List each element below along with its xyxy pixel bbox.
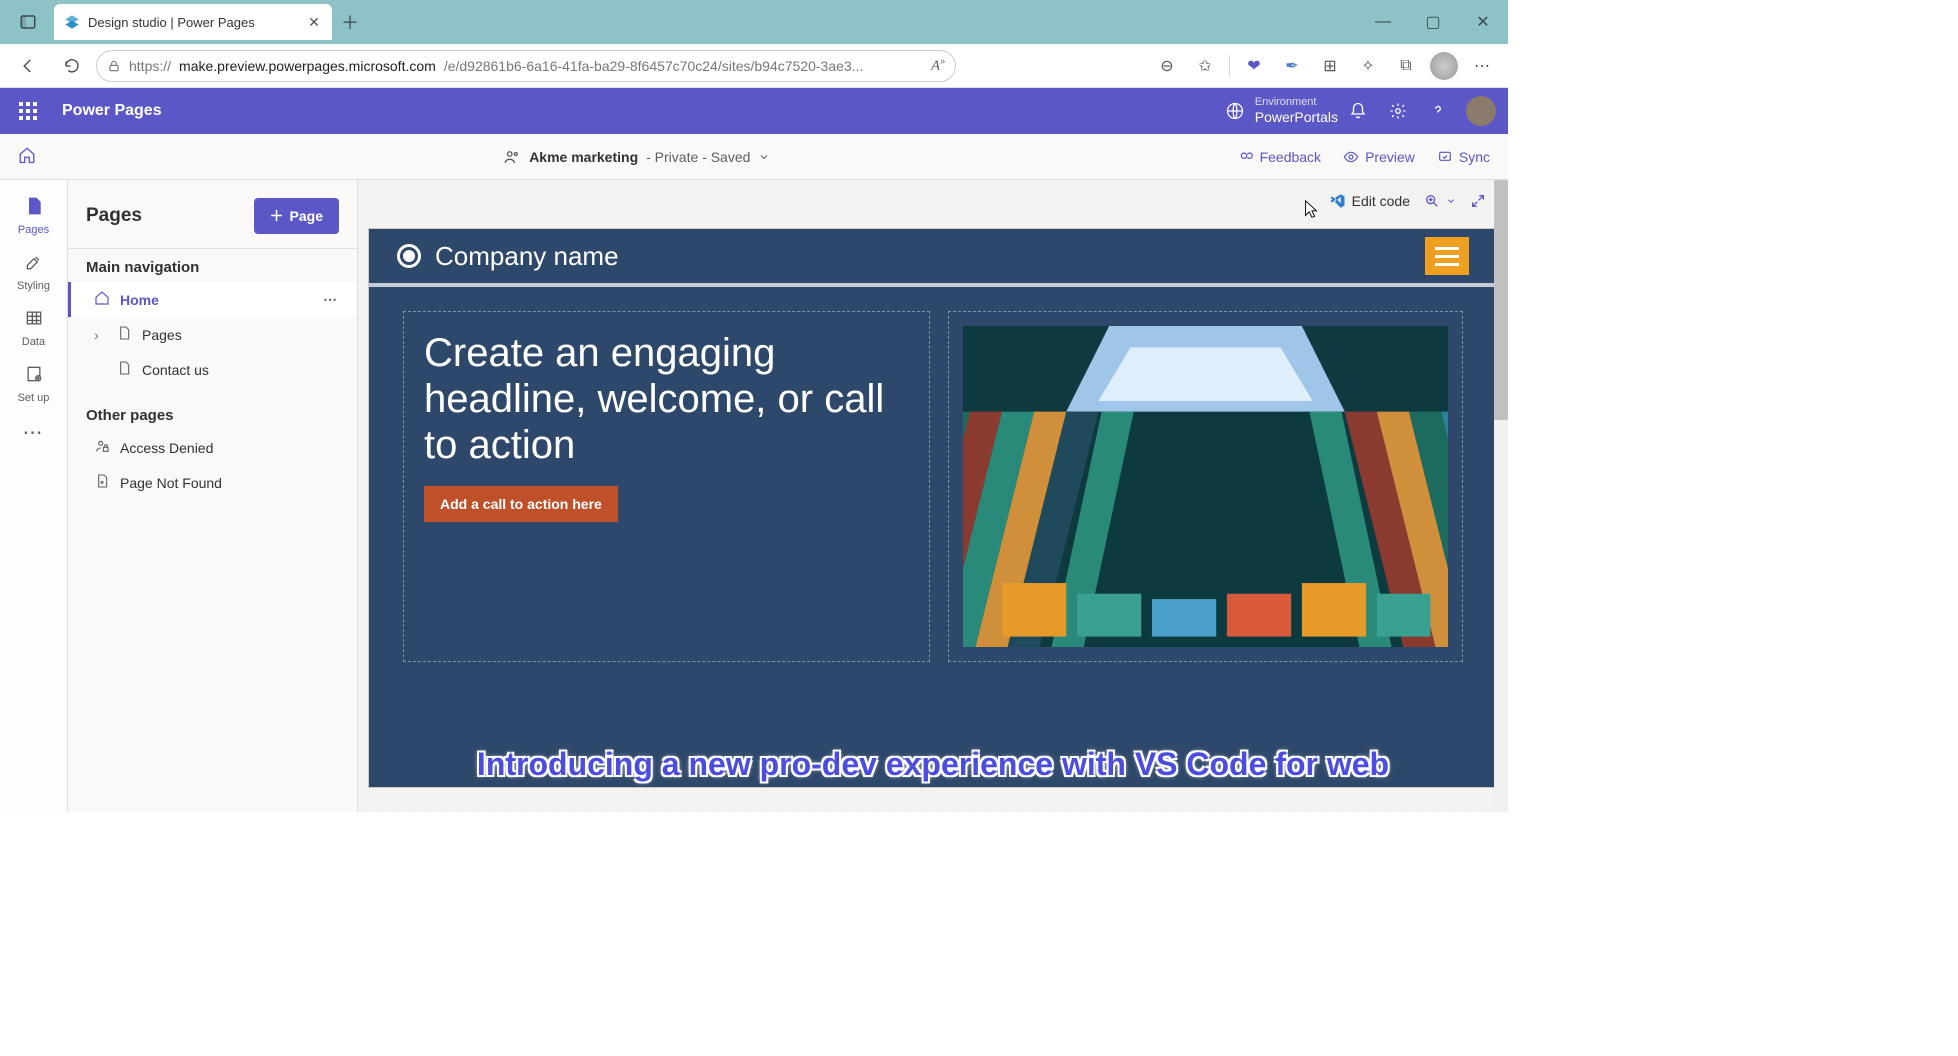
env-label: Environment xyxy=(1255,96,1338,109)
tab-actions-button[interactable] xyxy=(8,4,48,40)
globe-icon xyxy=(1225,101,1245,121)
page-icon xyxy=(116,325,132,344)
page-preview[interactable]: Company name Create an engaging headline… xyxy=(368,228,1498,788)
url-host: make.preview.powerpages.microsoft.com xyxy=(179,58,436,74)
canvas-scrollbar[interactable] xyxy=(1494,180,1508,812)
eye-icon xyxy=(1343,149,1359,165)
app-name: Power Pages xyxy=(62,102,162,120)
collections-icon[interactable]: ⧉ xyxy=(1388,50,1424,82)
overlay-banner: Introducing a new pro-dev experience wit… xyxy=(369,746,1497,783)
environment-picker[interactable]: Environment PowerPortals xyxy=(1255,96,1338,126)
feedback-icon xyxy=(1238,149,1254,165)
site-selector[interactable]: Akme marketing - Private - Saved xyxy=(503,148,770,166)
user-avatar[interactable] xyxy=(1466,96,1496,126)
fullscreen-button[interactable] xyxy=(1470,193,1486,209)
new-tab-button[interactable]: ＋ xyxy=(332,4,368,40)
favorites-hub-icon[interactable]: ✧ xyxy=(1350,50,1386,82)
app-launcher-button[interactable] xyxy=(12,95,44,127)
site-name: Akme marketing xyxy=(529,149,638,165)
edit-code-button[interactable]: Edit code xyxy=(1328,192,1410,210)
hamburger-menu[interactable] xyxy=(1425,237,1469,275)
expand-icon xyxy=(1470,193,1486,209)
chevron-right-icon[interactable]: › xyxy=(94,327,106,343)
rail-setup[interactable]: Set up xyxy=(6,358,62,410)
nav-item-contact[interactable]: Contact us xyxy=(68,352,357,387)
env-name: PowerPortals xyxy=(1255,109,1338,126)
maximize-button[interactable]: ▢ xyxy=(1408,4,1458,40)
rail-more[interactable]: ⋯ xyxy=(6,414,62,453)
refresh-button[interactable] xyxy=(52,48,92,84)
tab-title: Design studio | Power Pages xyxy=(88,15,298,30)
nav-item-access-denied[interactable]: Access Denied xyxy=(68,430,357,465)
chevron-down-icon xyxy=(758,151,770,163)
page-icon xyxy=(116,360,132,379)
back-button[interactable] xyxy=(8,48,48,84)
plus-icon: ＋ xyxy=(270,206,284,226)
scroll-thumb[interactable] xyxy=(1494,180,1508,420)
feather-icon[interactable]: ✒ xyxy=(1274,50,1310,82)
design-canvas-area: Edit code Company name Create an engagin… xyxy=(358,180,1508,812)
person-lock-icon xyxy=(94,438,110,457)
url-field[interactable]: https:// make.preview.powerpages.microsof… xyxy=(96,50,956,82)
hero-text-block[interactable]: Create an engaging headline, welcome, or… xyxy=(403,311,930,662)
sync-button[interactable]: Sync xyxy=(1437,149,1490,165)
cta-button[interactable]: Add a call to action here xyxy=(424,486,618,522)
more-button[interactable]: ⋯ xyxy=(1464,50,1500,82)
hero-image-block[interactable] xyxy=(948,311,1463,662)
lock-icon xyxy=(107,59,121,73)
magnify-plus-icon xyxy=(1424,193,1440,209)
extensions-icon[interactable]: ⊞ xyxy=(1312,50,1348,82)
section-main-navigation: Main navigation xyxy=(68,249,357,282)
nav-item-home[interactable]: Home ⋯ xyxy=(68,282,357,317)
divider xyxy=(1229,55,1230,77)
zoom-icon[interactable]: ⊖ xyxy=(1149,50,1185,82)
feedback-button[interactable]: Feedback xyxy=(1238,149,1321,165)
people-icon xyxy=(503,148,521,166)
home-icon xyxy=(94,290,110,309)
close-window-button[interactable]: ✕ xyxy=(1458,4,1508,40)
nav-item-not-found[interactable]: Page Not Found xyxy=(68,465,357,500)
hero-headline[interactable]: Create an engaging headline, welcome, or… xyxy=(424,330,909,468)
url-protocol: https:// xyxy=(129,58,171,74)
site-header: Company name xyxy=(369,229,1497,287)
minimize-button[interactable]: ― xyxy=(1358,4,1408,40)
app-header: Power Pages Environment PowerPortals xyxy=(0,88,1508,134)
settings-button[interactable] xyxy=(1378,91,1418,131)
rail-data[interactable]: Data xyxy=(6,302,62,354)
reader-icon[interactable]: A» xyxy=(931,56,945,75)
left-rail: Pages Styling Data Set up ⋯ xyxy=(0,180,68,812)
notifications-button[interactable] xyxy=(1338,91,1378,131)
subheader: Akme marketing - Private - Saved Feedbac… xyxy=(0,134,1508,180)
nav-item-pages[interactable]: › Pages xyxy=(68,317,357,352)
cursor-icon xyxy=(1300,198,1322,220)
url-path: /e/d92861b6-6a16-41fa-ba29-8f6457c70c24/… xyxy=(444,58,924,74)
shopping-icon[interactable]: ❤ xyxy=(1236,50,1272,82)
hero-image xyxy=(963,326,1448,647)
pages-panel-title: Pages xyxy=(86,205,142,227)
vscode-icon xyxy=(1328,192,1346,210)
site-status: - Private - Saved xyxy=(646,149,750,165)
rail-pages[interactable]: Pages xyxy=(6,190,62,242)
add-page-button[interactable]: ＋Page xyxy=(254,198,339,234)
section-other-pages: Other pages xyxy=(68,397,357,430)
item-more-button[interactable]: ⋯ xyxy=(323,291,339,308)
sync-icon xyxy=(1437,149,1453,165)
pages-panel: Pages ＋Page Main navigation Home ⋯ › Pag… xyxy=(68,180,358,812)
profile-button[interactable] xyxy=(1426,50,1462,82)
home-button[interactable] xyxy=(18,146,36,167)
browser-tab[interactable]: Design studio | Power Pages ✕ xyxy=(54,4,332,40)
preview-button[interactable]: Preview xyxy=(1343,149,1415,165)
rail-styling[interactable]: Styling xyxy=(6,246,62,298)
chevron-down-icon xyxy=(1446,196,1456,206)
company-name[interactable]: Company name xyxy=(435,241,619,272)
favorite-icon[interactable]: ✩ xyxy=(1187,50,1223,82)
help-button[interactable] xyxy=(1418,91,1458,131)
site-logo xyxy=(397,244,421,268)
powerpages-favicon xyxy=(64,14,80,30)
zoom-button[interactable] xyxy=(1424,193,1456,209)
browser-titlebar: Design studio | Power Pages ✕ ＋ ― ▢ ✕ xyxy=(0,0,1508,44)
tab-close-button[interactable]: ✕ xyxy=(306,14,322,30)
browser-address-bar: https:// make.preview.powerpages.microsof… xyxy=(0,44,1508,88)
page-error-icon xyxy=(94,473,110,492)
